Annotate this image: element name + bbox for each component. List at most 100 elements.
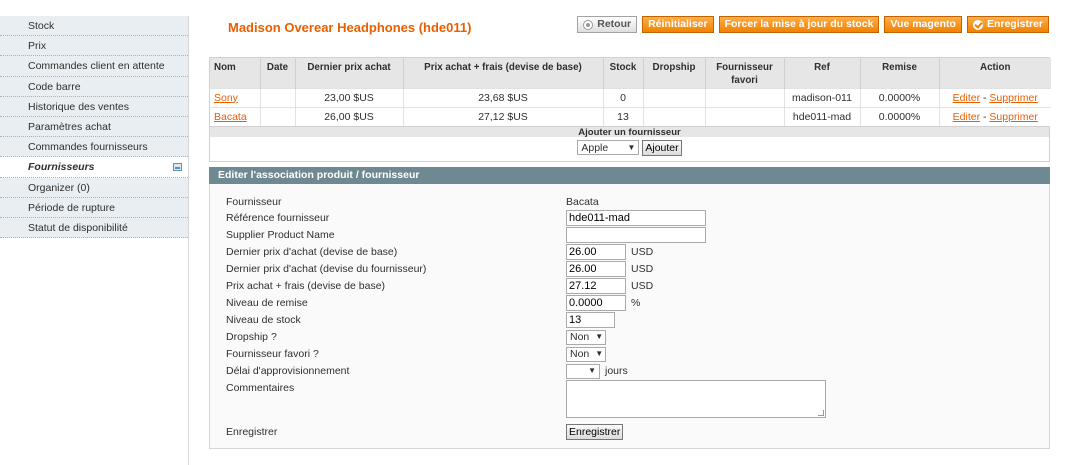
cell-name: Bacata: [210, 106, 261, 126]
discount-input[interactable]: 0.0000: [566, 295, 626, 311]
cell-favorite: [705, 87, 785, 107]
cell-ref: madison-011: [784, 87, 861, 107]
column-header-date[interactable]: Date: [260, 58, 296, 88]
favorite-supplier-select-value: Non: [570, 348, 590, 360]
price-fees-field-wrap: 27.12 USD: [566, 278, 653, 294]
suppliers-table: Nom Date Dernier prix achat Prix achat +…: [210, 58, 1051, 126]
cell-date: [260, 87, 296, 107]
sidebar-item-suppliers[interactable]: Fournisseurs: [0, 157, 188, 178]
sidebar-item-stock[interactable]: Stock: [0, 16, 188, 37]
sidebar-item-barcode[interactable]: Code barre: [0, 76, 188, 97]
caret-down-icon: ▼: [595, 332, 604, 341]
edit-link[interactable]: Editer: [953, 92, 980, 104]
column-header-discount[interactable]: Remise: [860, 58, 940, 88]
magento-view-button[interactable]: Vue magento: [884, 16, 962, 33]
supplier-label: Fournisseur: [226, 196, 282, 208]
last-price-supplier-field-wrap: 26.00 USD: [566, 261, 653, 277]
column-header-ref[interactable]: Ref: [784, 58, 861, 88]
currency-unit: USD: [631, 280, 654, 292]
last-price-supplier-label: Dernier prix d'achat (devise du fourniss…: [226, 263, 427, 275]
comments-field-wrap: [566, 380, 826, 418]
last-price-supplier-input[interactable]: 26.00: [566, 261, 626, 277]
reset-button[interactable]: Réinitialiser: [642, 16, 714, 33]
sidebar-item-label: Code barre: [28, 80, 81, 93]
stock-level-label: Niveau de stock: [226, 314, 301, 326]
sidebar-item-pending-orders[interactable]: Commandes client en attente: [0, 56, 188, 77]
sidebar-item-availability-status[interactable]: Statut de disponibilité: [0, 217, 188, 239]
product-name-input[interactable]: [566, 227, 706, 243]
add-supplier-button[interactable]: Ajouter: [642, 139, 682, 156]
column-header-label: Dropship: [652, 62, 696, 73]
save-button-label: Enregistrer: [986, 18, 1043, 30]
favorite-supplier-select[interactable]: Non ▼: [566, 346, 606, 362]
table-row: Sony 23,00 $US 23,68 $US 0 madison-011 0…: [210, 87, 1051, 107]
cell-action: Editer - Supprimer: [939, 87, 1051, 107]
cell-dropship: [643, 87, 706, 107]
delete-link[interactable]: Supprimer: [989, 111, 1037, 123]
supplier-link[interactable]: Bacata: [214, 111, 247, 123]
add-supplier-select[interactable]: Apple ▼: [577, 140, 640, 155]
edit-link[interactable]: Editer: [953, 111, 980, 123]
force-stock-button-label: Forcer la mise à jour du stock: [724, 18, 874, 30]
comments-textarea[interactable]: [566, 380, 826, 418]
column-header-label: Action: [980, 62, 1011, 73]
supplier-ref-input[interactable]: hde011-mad: [566, 210, 706, 226]
save-icon: [173, 163, 182, 172]
sidebar-item-supplier-orders[interactable]: Commandes fournisseurs: [0, 137, 188, 158]
stock-level-input[interactable]: 13: [566, 312, 615, 328]
column-header-label: Prix achat + frais (devise de base): [424, 62, 582, 73]
page-title: Madison Overear Headphones (hde011): [228, 20, 472, 35]
column-header-dropship[interactable]: Dropship: [643, 58, 706, 88]
column-header-price-fees[interactable]: Prix achat + frais (devise de base): [403, 58, 604, 88]
column-header-label: Dernier prix achat: [307, 62, 391, 73]
back-button[interactable]: Retour: [577, 16, 638, 33]
cell-dropship: [643, 106, 706, 126]
discount-field-wrap: 0.0000%: [566, 295, 640, 311]
sidebar-item-label: Stock: [28, 20, 55, 32]
cell-discount: 0.0000%: [860, 87, 940, 107]
back-icon: [583, 19, 594, 30]
column-header-last-price[interactable]: Dernier prix achat: [295, 58, 404, 88]
sidebar-item-purchase-settings[interactable]: Paramètres achat: [0, 116, 188, 138]
magento-view-button-label: Vue magento: [890, 18, 956, 30]
lead-time-select[interactable]: ▼: [566, 363, 600, 379]
resize-grip-icon[interactable]: [818, 410, 824, 416]
sidebar: Stock Prix Commandes client en attente C…: [0, 16, 189, 465]
column-header-name[interactable]: Nom: [210, 58, 261, 88]
sidebar-item-label: Commandes fournisseurs: [28, 141, 148, 154]
column-header-label: Fournisseur favori: [716, 62, 773, 86]
cell-last-price: 26,00 $US: [295, 106, 404, 126]
cell-price-fees: 27,12 $US: [403, 106, 604, 126]
sidebar-item-stockout-period[interactable]: Période de rupture: [0, 197, 188, 218]
supplier-link[interactable]: Sony: [214, 92, 238, 104]
column-header-stock[interactable]: Stock: [603, 58, 644, 88]
discount-label: Niveau de remise: [226, 297, 308, 309]
last-price-base-input[interactable]: 26.00: [566, 244, 626, 260]
form-save-wrap: Enregistrer: [566, 424, 624, 440]
action-separator: -: [983, 110, 987, 123]
stock-level-field-wrap: 13: [566, 312, 615, 328]
add-supplier-select-value: Apple: [581, 141, 609, 154]
sidebar-item-organizer[interactable]: Organizer (0): [0, 177, 188, 198]
form-save-button[interactable]: Enregistrer: [566, 424, 624, 440]
sidebar-item-label: Historique des ventes: [28, 100, 129, 113]
table-row: Bacata 26,00 $US 27,12 $US 13 hde011-mad…: [210, 106, 1051, 126]
column-header-favorite[interactable]: Fournisseur favori: [705, 58, 785, 88]
sidebar-item-label: Fournisseurs: [28, 161, 95, 174]
check-icon: [972, 19, 983, 30]
save-button[interactable]: Enregistrer: [966, 16, 1049, 33]
sidebar-item-sales-history[interactable]: Historique des ventes: [0, 96, 188, 117]
sidebar-item-prix[interactable]: Prix: [0, 36, 188, 57]
delete-link[interactable]: Supprimer: [989, 92, 1037, 104]
product-name-label: Supplier Product Name: [226, 229, 335, 241]
sidebar-item-label: Organizer (0): [28, 181, 90, 194]
force-stock-update-button[interactable]: Forcer la mise à jour du stock: [718, 16, 880, 33]
price-fees-input[interactable]: 27.12: [566, 278, 626, 294]
dropship-select[interactable]: Non ▼: [566, 329, 606, 345]
supplier-ref-label: Référence fournisseur: [226, 212, 330, 224]
sidebar-item-label: Statut de disponibilité: [28, 221, 128, 234]
cell-favorite: [705, 106, 785, 126]
reset-button-label: Réinitialiser: [648, 18, 708, 30]
currency-unit: USD: [631, 263, 654, 275]
dropship-select-value: Non: [570, 331, 590, 343]
